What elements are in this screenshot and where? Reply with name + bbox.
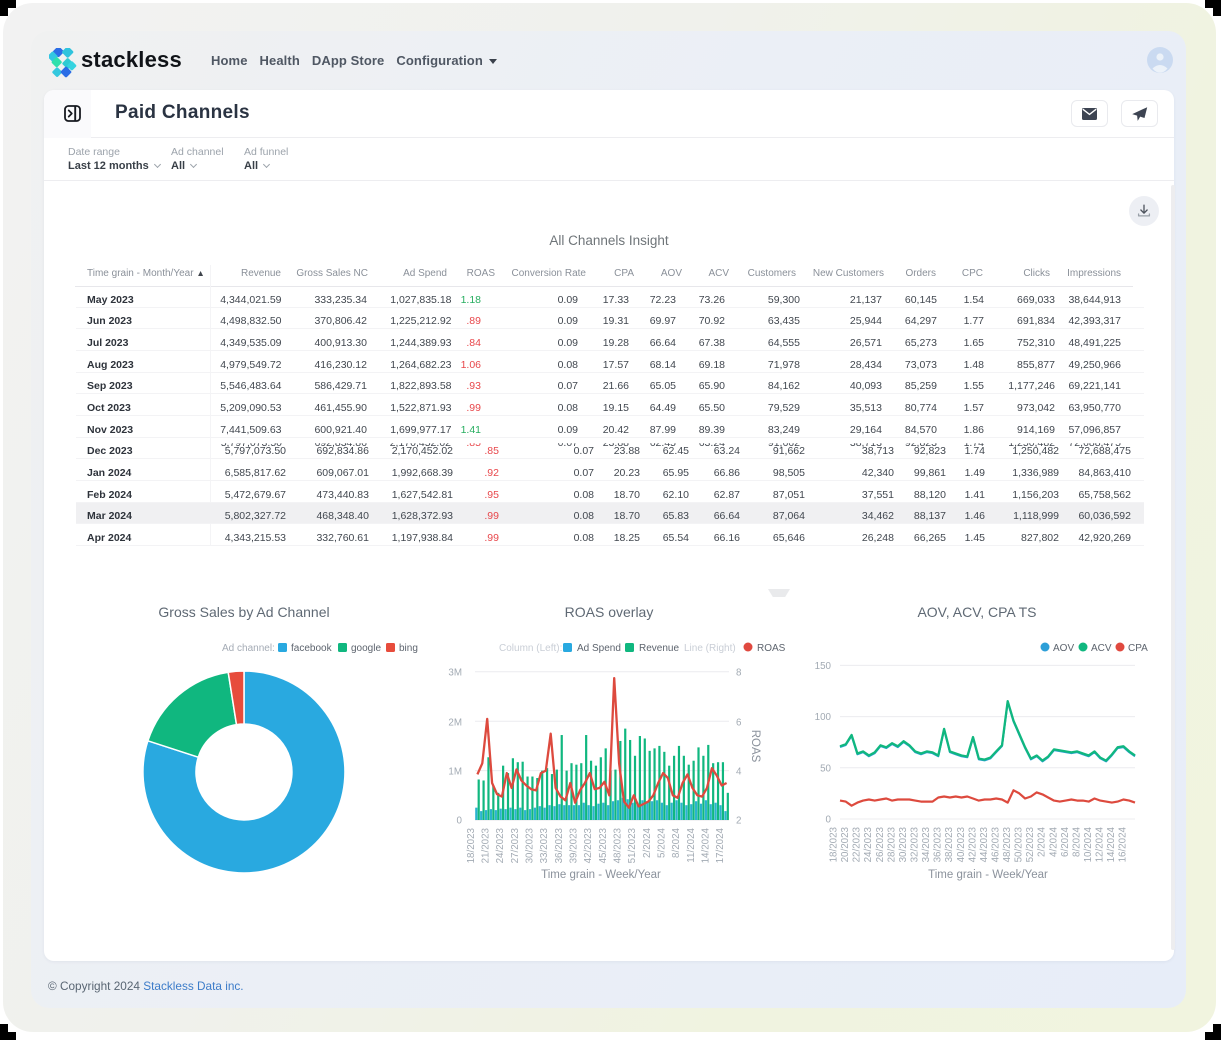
svg-text:26/2023: 26/2023	[875, 826, 886, 862]
svg-text:50: 50	[820, 763, 831, 774]
svg-text:21/2023: 21/2023	[481, 827, 492, 863]
svg-text:AOV: AOV	[1053, 643, 1074, 654]
svg-text:46/2023: 46/2023	[991, 826, 1002, 862]
svg-text:14/2024: 14/2024	[700, 827, 711, 863]
svg-text:CPA: CPA	[1128, 643, 1148, 654]
svg-text:45/2023: 45/2023	[598, 827, 609, 863]
svg-text:6: 6	[736, 718, 742, 729]
svg-text:ROAS overlay: ROAS overlay	[565, 604, 654, 620]
svg-text:44/2023: 44/2023	[979, 826, 990, 862]
svg-text:4: 4	[736, 767, 742, 778]
svg-text:8: 8	[736, 668, 742, 679]
svg-text:42/2023: 42/2023	[583, 827, 594, 863]
svg-text:Ad Spend: Ad Spend	[577, 643, 621, 654]
svg-text:20/2023: 20/2023	[840, 826, 851, 862]
svg-text:AOV, ACV, CPA TS: AOV, ACV, CPA TS	[917, 604, 1036, 620]
svg-text:51/2023: 51/2023	[627, 827, 638, 863]
svg-text:100: 100	[815, 712, 832, 723]
svg-text:Time grain - Week/Year: Time grain - Week/Year	[928, 869, 1048, 881]
svg-text:1M: 1M	[448, 767, 462, 778]
svg-text:150: 150	[815, 661, 832, 672]
svg-text:4/2024: 4/2024	[1048, 826, 1059, 857]
svg-text:30/2023: 30/2023	[898, 826, 909, 862]
svg-text:33/2023: 33/2023	[539, 827, 550, 863]
svg-text:42/2023: 42/2023	[967, 826, 978, 862]
svg-text:Revenue: Revenue	[639, 643, 679, 654]
svg-text:Line (Right): Line (Right)	[684, 643, 736, 654]
svg-text:40/2023: 40/2023	[956, 826, 967, 862]
svg-text:Ad channel:: Ad channel:	[222, 643, 275, 654]
svg-text:0: 0	[457, 816, 463, 827]
svg-text:2/2024: 2/2024	[1037, 826, 1048, 857]
svg-text:27/2023: 27/2023	[510, 827, 521, 863]
svg-text:24/2023: 24/2023	[863, 826, 874, 862]
svg-text:ROAS: ROAS	[749, 730, 761, 763]
svg-text:Column (Left):: Column (Left):	[499, 643, 562, 654]
svg-text:39/2023: 39/2023	[569, 827, 580, 863]
svg-text:28/2023: 28/2023	[886, 826, 897, 862]
svg-text:16/2024: 16/2024	[1118, 826, 1129, 862]
svg-text:5/2024: 5/2024	[656, 827, 667, 858]
svg-text:Time grain - Week/Year: Time grain - Week/Year	[541, 869, 661, 881]
svg-text:32/2023: 32/2023	[910, 826, 921, 862]
svg-text:17/2024: 17/2024	[715, 827, 726, 863]
svg-text:52/2023: 52/2023	[1025, 826, 1036, 862]
svg-text:18/2023: 18/2023	[466, 827, 477, 863]
svg-text:12/2024: 12/2024	[1095, 826, 1106, 862]
svg-text:8/2024: 8/2024	[671, 827, 682, 858]
svg-text:bing: bing	[399, 643, 418, 654]
svg-text:48/2023: 48/2023	[613, 827, 624, 863]
svg-text:google: google	[351, 643, 381, 654]
svg-text:14/2024: 14/2024	[1106, 826, 1117, 862]
svg-text:6/2024: 6/2024	[1060, 826, 1071, 857]
svg-text:18/2023: 18/2023	[829, 826, 840, 862]
svg-text:Gross Sales by Ad Channel: Gross Sales by Ad Channel	[158, 604, 329, 620]
svg-text:50/2023: 50/2023	[1014, 826, 1025, 862]
svg-text:10/2024: 10/2024	[1083, 826, 1094, 862]
svg-text:48/2023: 48/2023	[1002, 826, 1013, 862]
svg-text:34/2023: 34/2023	[921, 826, 932, 862]
svg-text:2: 2	[736, 816, 741, 827]
svg-text:11/2024: 11/2024	[686, 827, 697, 862]
svg-text:facebook: facebook	[291, 643, 333, 654]
svg-text:22/2023: 22/2023	[852, 826, 863, 862]
svg-text:0: 0	[826, 815, 832, 826]
svg-text:38/2023: 38/2023	[944, 826, 955, 862]
svg-text:2/2024: 2/2024	[642, 827, 653, 858]
svg-text:36/2023: 36/2023	[554, 827, 565, 863]
svg-text:24/2023: 24/2023	[495, 827, 506, 863]
svg-text:ACV: ACV	[1091, 643, 1112, 654]
svg-text:36/2023: 36/2023	[933, 826, 944, 862]
svg-text:ROAS: ROAS	[757, 643, 786, 654]
svg-text:30/2023: 30/2023	[525, 827, 536, 863]
svg-text:3M: 3M	[448, 668, 462, 679]
svg-text:2M: 2M	[448, 718, 462, 729]
svg-text:8/2024: 8/2024	[1071, 826, 1082, 857]
